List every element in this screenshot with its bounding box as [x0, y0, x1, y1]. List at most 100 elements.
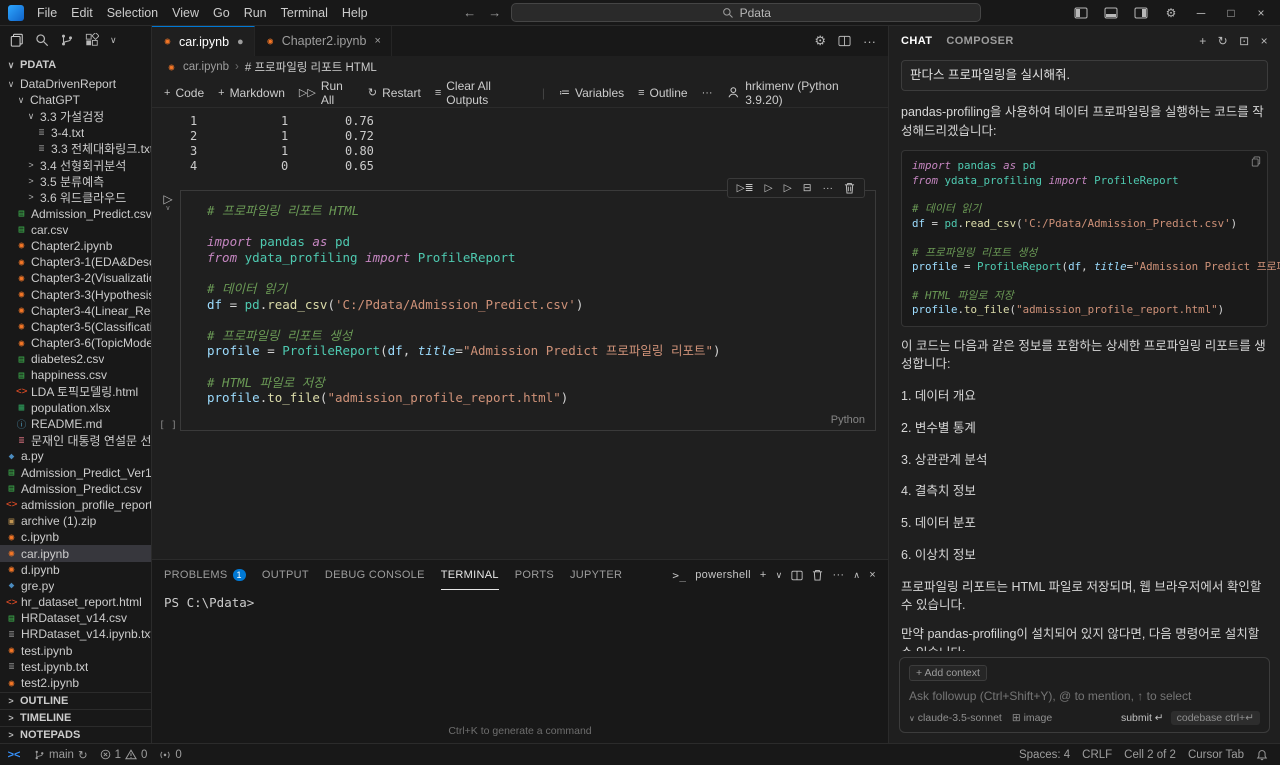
source-control-icon[interactable] [60, 33, 74, 47]
modified-dot-icon[interactable]: ● [237, 36, 244, 48]
file-item[interactable]: ◉ Chapter2.ipynb [0, 238, 151, 254]
panel-tab-ports[interactable]: PORTS [515, 560, 554, 590]
section-outline[interactable]: > OUTLINE [0, 692, 151, 709]
folder-item[interactable]: ∨ 3.3 가설검정 [0, 108, 151, 124]
cell-more-actions-icon[interactable]: ··· [823, 182, 834, 194]
file-item[interactable]: ▤ diabetes2.csv [0, 351, 151, 367]
close-panel-icon[interactable]: × [869, 569, 876, 581]
file-item[interactable]: <>admission_profile_report.h... [0, 497, 151, 513]
file-item[interactable]: ▤ Admission_Predict_Ver1.1... [0, 465, 151, 481]
file-item[interactable]: ▤ Admission_Predict.csv [0, 206, 151, 222]
close-window-icon[interactable]: × [1248, 2, 1274, 24]
panel-tab-debug-console[interactable]: DEBUG CONSOLE [325, 560, 425, 590]
run-below-icon[interactable]: ▷ [784, 182, 792, 194]
notebook-content[interactable]: 1 1 0.76 2 1 0.72 3 1 0.80 4 0 0.65 ▷ ∨ [ ] ▷≣ ▷ ▷ ⊟… [152, 108, 888, 559]
git-branch-status[interactable]: main ↻ [28, 744, 94, 765]
toolbar-variables-button[interactable]: ≔ Variables [559, 86, 624, 100]
split-cell-icon[interactable]: ⊟ [803, 182, 812, 194]
close-chat-icon[interactable]: × [1261, 34, 1268, 48]
file-item[interactable]: ▤ car.csv [0, 222, 151, 238]
nav-back-icon[interactable]: ← [461, 5, 478, 20]
toggle-panel-icon[interactable] [1098, 2, 1124, 24]
folder-item[interactable]: >3.4 선형회귀분석 [0, 157, 151, 173]
toggle-sidebar-icon[interactable] [1068, 2, 1094, 24]
folder-item[interactable]: >3.6 워드클라우드 [0, 189, 151, 205]
menu-go[interactable]: Go [206, 6, 237, 20]
split-terminal-icon[interactable] [791, 570, 804, 581]
toolbar-markdown-button[interactable]: + Markdown [218, 86, 285, 100]
menu-edit[interactable]: Edit [64, 6, 100, 20]
toolbar-restart-button[interactable]: ↻ Restart [368, 86, 421, 100]
sync-icon[interactable]: ↻ [78, 748, 88, 762]
file-item[interactable]: ◉ Chapter3-3(Hypothesis_t... [0, 286, 151, 302]
search-sidebar-icon[interactable] [35, 33, 49, 47]
new-chat-icon[interactable]: + [1199, 34, 1206, 48]
user-message[interactable]: 판다스 프로파일링을 실시해줘. [901, 60, 1268, 91]
toolbar-run-all-button[interactable]: ▷▷ Run All [299, 79, 354, 107]
maximize-icon[interactable]: □ [1218, 2, 1244, 24]
file-item[interactable]: ≣ test.ipynb.txt [0, 659, 151, 675]
more-actions-icon[interactable]: ··· [863, 34, 876, 49]
submit-button[interactable]: submit ↵ [1121, 712, 1164, 724]
minimize-icon[interactable]: ─ [1188, 2, 1214, 24]
activity-more-chevron-icon[interactable]: ∨ [110, 35, 117, 46]
menu-selection[interactable]: Selection [100, 6, 165, 20]
panel-tab-problems[interactable]: PROBLEMS 1 [164, 560, 246, 590]
codebase-button[interactable]: codebase ctrl+↵ [1170, 711, 1260, 725]
breadcrumb-file[interactable]: car.ipynb [183, 61, 229, 73]
file-item[interactable]: ◆ a.py [0, 448, 151, 464]
chat-messages[interactable]: 판다스 프로파일링을 실시해줘. pandas-profiling을 사용하여 … [889, 56, 1280, 651]
explorer-section-header[interactable]: ∨ PDATA [0, 54, 151, 76]
panel-tab-output[interactable]: OUTPUT [262, 560, 309, 590]
file-item[interactable]: ≣ 3.3 전체대화링크.txt [0, 141, 151, 157]
cursor-tab-status[interactable]: Cursor Tab [1182, 749, 1250, 761]
menu-help[interactable]: Help [335, 6, 375, 20]
problems-status[interactable]: 1 0 [94, 744, 154, 765]
file-item[interactable]: ≣ HRDataset_v14.ipynb.txt [0, 626, 151, 642]
maximize-panel-icon[interactable]: ∧ [853, 570, 860, 581]
ports-status[interactable]: 0 [153, 744, 187, 765]
chat-input-box[interactable]: + Add context Ask followup (Ctrl+Shift+Y… [899, 657, 1270, 733]
code-editor-area[interactable]: # 프로파일링 리포트 HTML import pandas as pd from… [207, 203, 867, 406]
app-logo-icon[interactable] [8, 4, 24, 21]
file-item[interactable]: ◉ Chapter3-1(EDA&Descrip... [0, 254, 151, 270]
tab-chat[interactable]: CHAT [901, 35, 932, 47]
kernel-picker[interactable]: hrkimenv (Python 3.9.20) [727, 79, 876, 107]
chat-input-placeholder[interactable]: Ask followup (Ctrl+Shift+Y), @ to mentio… [909, 689, 1260, 703]
file-item[interactable]: ◉ test2.ipynb [0, 675, 151, 691]
toolbar-code-button[interactable]: + Code [164, 86, 204, 100]
file-item[interactable]: ▤ Admission_Predict.csv [0, 481, 151, 497]
remote-indicator[interactable]: >< [0, 744, 28, 765]
cell-position-status[interactable]: Cell 2 of 2 [1118, 749, 1182, 761]
terminal-dropdown-icon[interactable]: ∨ [776, 570, 783, 581]
file-item[interactable]: ▣ archive (1).zip [0, 513, 151, 529]
menu-run[interactable]: Run [237, 6, 274, 20]
customize-layout-gear-icon[interactable]: ⚙ [1158, 2, 1184, 24]
panel-tab-terminal[interactable]: TERMINAL [441, 560, 499, 590]
section-notepads[interactable]: > NOTEPADS [0, 726, 151, 743]
menu-view[interactable]: View [165, 6, 206, 20]
file-item[interactable]: ≣ 문재인 대통령 연설문 선... [0, 432, 151, 448]
notifications-bell-icon[interactable] [1250, 749, 1274, 761]
file-item[interactable]: ◉ test.ipynb [0, 643, 151, 659]
new-terminal-icon[interactable]: + [760, 569, 767, 581]
tab-composer[interactable]: COMPOSER [946, 35, 1013, 47]
copy-code-icon[interactable] [1251, 156, 1261, 167]
command-center-search[interactable]: Pdata [511, 3, 982, 22]
file-item[interactable]: ◉ Chapter3-2(Visualization)... [0, 270, 151, 286]
file-item[interactable]: ◉ d.ipynb [0, 562, 151, 578]
close-tab-icon[interactable]: × [374, 35, 380, 47]
menu-terminal[interactable]: Terminal [274, 6, 335, 20]
folder-item[interactable]: ∨ DataDrivenReport [0, 76, 151, 92]
file-item[interactable]: ◉ Chapter3-5(Classification... [0, 319, 151, 335]
file-item[interactable]: ◆ gre.py [0, 578, 151, 594]
file-item[interactable]: ◉ c.ipynb [0, 529, 151, 545]
code-cell[interactable]: ▷≣ ▷ ▷ ⊟ ··· # 프로파일링 리포트 HTML import pan… [180, 178, 876, 431]
file-item[interactable]: ≣ 3-4.txt [0, 125, 151, 141]
file-item[interactable]: ◉ Chapter3-4(Linear_Regre... [0, 303, 151, 319]
section-timeline[interactable]: > TIMELINE [0, 709, 151, 726]
toolbar-more-actions-button[interactable]: ··· [702, 87, 713, 99]
add-context-chip[interactable]: + Add context [909, 665, 987, 681]
extensions-icon[interactable] [85, 33, 99, 47]
kill-terminal-icon[interactable] [812, 569, 823, 581]
